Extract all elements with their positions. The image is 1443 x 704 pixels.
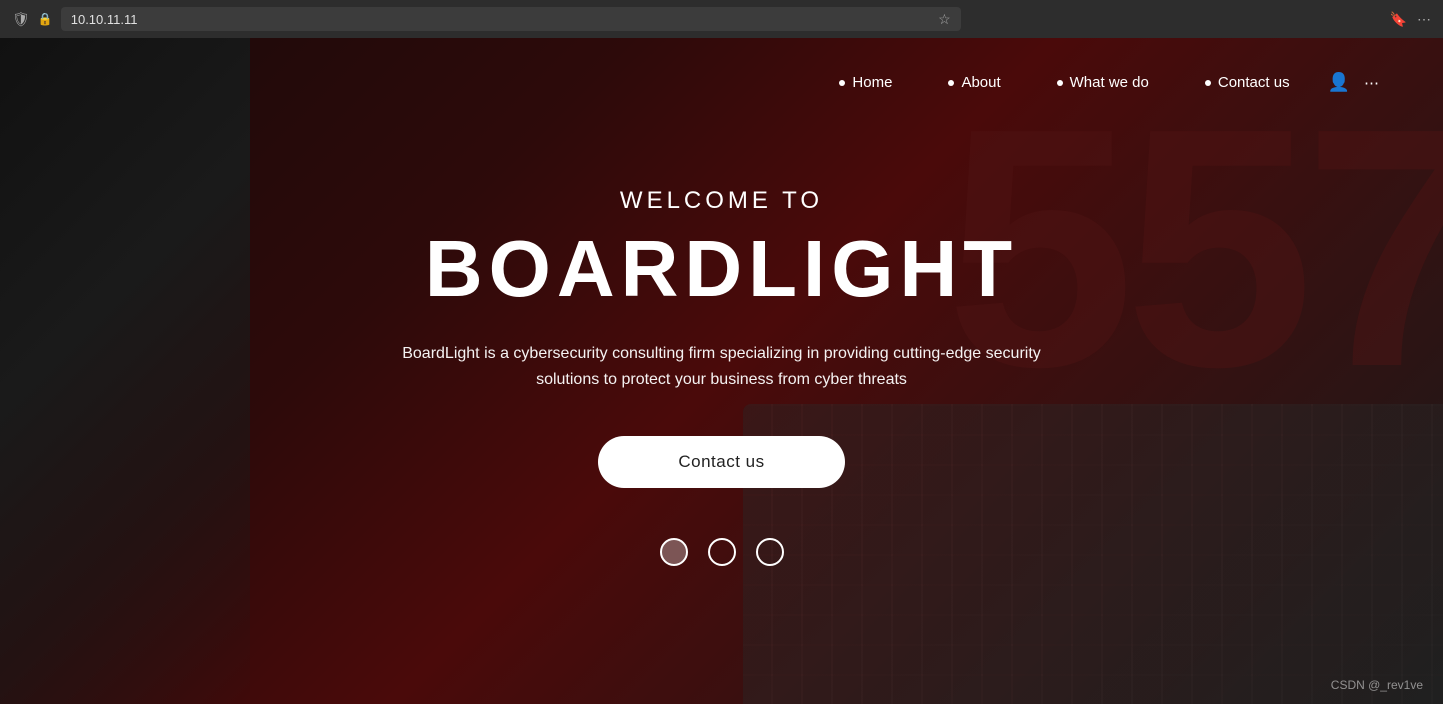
nav-what-label: What we do bbox=[1070, 74, 1149, 91]
hero-title: BOARDLIGHT bbox=[425, 225, 1018, 313]
nav-contact-label: Contact us bbox=[1218, 74, 1290, 91]
carousel-dot-1[interactable] bbox=[660, 538, 688, 566]
url-bar[interactable]: 10.10.11.11 ☆ bbox=[61, 7, 961, 31]
url-text: 10.10.11.11 bbox=[71, 12, 138, 27]
carousel-dots bbox=[0, 538, 1443, 566]
website: 557 Home About What we do Contact us 👤 ⋯… bbox=[0, 38, 1443, 704]
lock-icon: 🔒 bbox=[38, 12, 53, 26]
navbar: Home About What we do Contact us 👤 ⋯ bbox=[0, 38, 1443, 127]
hero-content: WELCOME TO BOARDLIGHT BoardLight is a cy… bbox=[0, 127, 1443, 488]
nav-about-label: About bbox=[961, 74, 1000, 91]
nav-dot-what bbox=[1057, 80, 1063, 86]
nav-what-we-do[interactable]: What we do bbox=[1029, 68, 1177, 97]
star-icon[interactable]: ☆ bbox=[938, 11, 951, 28]
nav-dot-home bbox=[839, 80, 845, 86]
contact-us-button[interactable]: Contact us bbox=[598, 436, 844, 488]
nav-dot-contact bbox=[1205, 80, 1211, 86]
nav-about[interactable]: About bbox=[920, 68, 1028, 97]
nav-home-label: Home bbox=[852, 74, 892, 91]
nav-home[interactable]: Home bbox=[811, 68, 920, 97]
carousel-dot-2[interactable] bbox=[708, 538, 736, 566]
watermark: CSDN @_rev1ve bbox=[1331, 678, 1423, 692]
nav-dot-about bbox=[948, 80, 954, 86]
nav-extra[interactable]: ⋯ bbox=[1360, 68, 1383, 98]
browser-chrome: 🛡 🔒 10.10.11.11 ☆ 🔖 ⋯ bbox=[0, 0, 1443, 38]
carousel-dot-3[interactable] bbox=[756, 538, 784, 566]
bookmark-icon[interactable]: 🔖 bbox=[1390, 11, 1407, 28]
user-icon[interactable]: 👤 bbox=[1318, 66, 1360, 99]
menu-icon[interactable]: ⋯ bbox=[1417, 11, 1431, 28]
hero-welcome: WELCOME TO bbox=[620, 187, 823, 215]
browser-actions: 🔖 ⋯ bbox=[1390, 11, 1431, 28]
nav-contact[interactable]: Contact us bbox=[1177, 68, 1318, 97]
hero-description: BoardLight is a cybersecurity consulting… bbox=[372, 341, 1072, 392]
shield-icon: 🛡 bbox=[12, 11, 30, 28]
